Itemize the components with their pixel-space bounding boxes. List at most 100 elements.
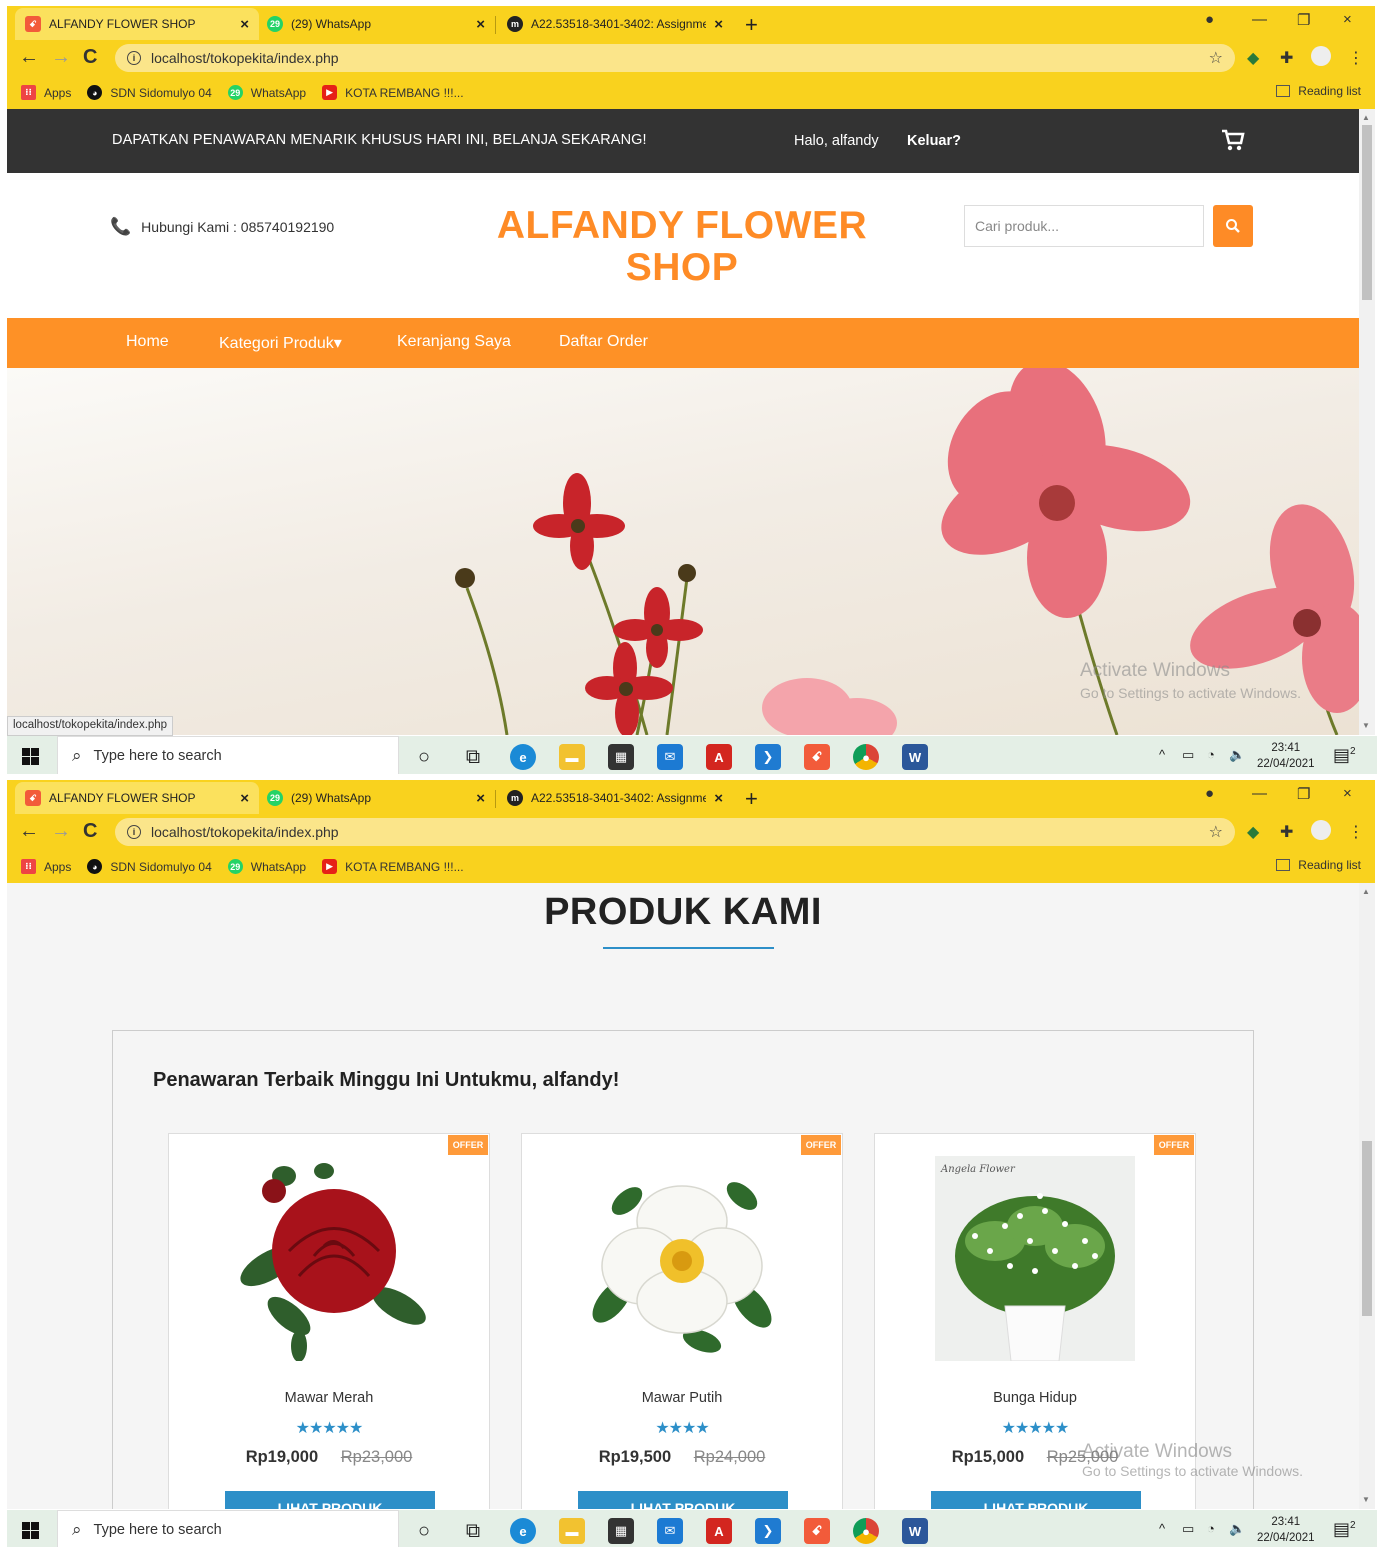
- window-close-icon[interactable]: ×: [1343, 11, 1352, 28]
- tab-alfandy[interactable]: ꗃ ALFANDY FLOWER SHOP ×: [15, 8, 259, 40]
- word-icon[interactable]: W: [902, 744, 928, 770]
- tab-close-icon[interactable]: ×: [240, 16, 249, 33]
- lihat-produk-button[interactable]: LIHAT PRODUK: [578, 1491, 788, 1509]
- scroll-down-icon[interactable]: ▼: [1362, 721, 1370, 730]
- battery-icon[interactable]: ▭: [1182, 1521, 1194, 1537]
- cortana-icon[interactable]: ○: [411, 744, 437, 770]
- bookmark-rembang[interactable]: ▶ KOTA REMBANG !!!...: [322, 859, 464, 874]
- windows-start-icon[interactable]: [22, 1522, 39, 1539]
- bookmark-apps[interactable]: ⁝⁝ Apps: [21, 85, 71, 100]
- xampp-icon[interactable]: ꗃ: [804, 744, 830, 770]
- puzzle-icon[interactable]: ✚: [1280, 822, 1293, 842]
- task-view-icon[interactable]: ⧉: [460, 744, 486, 770]
- reading-list[interactable]: Reading list: [1276, 858, 1361, 872]
- scroll-up-icon[interactable]: ▲: [1362, 887, 1370, 896]
- edge-icon[interactable]: e: [510, 744, 536, 770]
- acrobat-icon[interactable]: A: [706, 1518, 732, 1544]
- nav-keranjang[interactable]: Keranjang Saya: [397, 333, 511, 351]
- avatar[interactable]: [1311, 46, 1331, 66]
- wifi-icon[interactable]: ◔: [1207, 1521, 1215, 1536]
- file-explorer-icon[interactable]: ▬: [559, 1518, 585, 1544]
- scroll-up-icon[interactable]: ▲: [1362, 113, 1370, 122]
- site-info-icon[interactable]: i: [127, 51, 141, 65]
- nav-kategori[interactable]: Kategori Produk▾: [219, 333, 342, 353]
- extension-icon[interactable]: ◆: [1247, 48, 1259, 68]
- tab-assignment[interactable]: m A22.53518-3401-3402: Assignme ×: [497, 782, 733, 814]
- window-close-icon[interactable]: ×: [1343, 785, 1352, 802]
- reading-list[interactable]: Reading list: [1276, 84, 1361, 98]
- kebab-menu-icon[interactable]: ⋮: [1348, 48, 1364, 68]
- windows-start-icon[interactable]: [22, 748, 39, 765]
- chrome-icon[interactable]: ●: [853, 744, 879, 770]
- lihat-produk-button[interactable]: LIHAT PRODUK: [931, 1491, 1141, 1509]
- restore-icon[interactable]: ❐: [1297, 785, 1310, 803]
- notification-center[interactable]: ▤2: [1333, 1519, 1356, 1540]
- address-bar[interactable]: i localhost/tokopekita/index.php ☆: [115, 818, 1235, 846]
- acrobat-icon[interactable]: A: [706, 744, 732, 770]
- extension-icon[interactable]: ◆: [1247, 822, 1259, 842]
- bookmark-whatsapp[interactable]: 29 WhatsApp: [227, 859, 306, 874]
- logout-link[interactable]: Keluar?: [907, 133, 961, 149]
- nav-home[interactable]: Home: [126, 333, 169, 351]
- scroll-thumb[interactable]: [1362, 125, 1372, 300]
- forward-icon[interactable]: →: [51, 46, 71, 69]
- nav-daftar-order[interactable]: Daftar Order: [559, 333, 648, 351]
- vscode-icon[interactable]: ❯: [755, 1518, 781, 1544]
- tab-close-icon[interactable]: ×: [476, 790, 485, 807]
- new-tab-icon[interactable]: +: [745, 12, 758, 38]
- bookmark-sdn[interactable]: ◕ SDN Sidomulyo 04: [87, 85, 212, 100]
- page-scrollbar[interactable]: ▲ ▼: [1359, 883, 1375, 1509]
- tab-alfandy[interactable]: ꗃ ALFANDY FLOWER SHOP ×: [15, 782, 259, 814]
- tray-chevron-icon[interactable]: ^: [1159, 747, 1165, 762]
- address-bar[interactable]: i localhost/tokopekita/index.php ☆: [115, 44, 1235, 72]
- scroll-down-icon[interactable]: ▼: [1362, 1495, 1370, 1504]
- bookmark-rembang[interactable]: ▶ KOTA REMBANG !!!...: [322, 85, 464, 100]
- tray-chevron-icon[interactable]: ^: [1159, 1521, 1165, 1536]
- kebab-menu-icon[interactable]: ⋮: [1348, 822, 1364, 842]
- bookmark-star-icon[interactable]: ☆: [1209, 822, 1223, 842]
- search-button[interactable]: [1213, 205, 1253, 247]
- lihat-produk-button[interactable]: LIHAT PRODUK: [225, 1491, 435, 1509]
- product-image-potted-plant[interactable]: Angela Flower: [935, 1156, 1135, 1361]
- tab-assignment[interactable]: m A22.53518-3401-3402: Assignme ×: [497, 8, 733, 40]
- reload-icon[interactable]: C: [83, 820, 97, 843]
- site-info-icon[interactable]: i: [127, 825, 141, 839]
- site-logo[interactable]: ALFANDY FLOWER SHOP: [482, 205, 882, 289]
- restore-icon[interactable]: ❐: [1297, 11, 1310, 29]
- tab-close-icon[interactable]: ×: [240, 790, 249, 807]
- chrome-icon[interactable]: ●: [853, 1518, 879, 1544]
- bookmark-star-icon[interactable]: ☆: [1209, 48, 1223, 68]
- notification-center[interactable]: ▤2: [1333, 745, 1356, 766]
- taskbar-clock[interactable]: 23:41 22/04/2021: [1257, 1514, 1315, 1546]
- page-scrollbar[interactable]: ▲ ▼: [1359, 109, 1375, 735]
- volume-icon[interactable]: 🔈: [1229, 1521, 1245, 1537]
- mail-icon[interactable]: ✉: [657, 744, 683, 770]
- wifi-icon[interactable]: ◔: [1207, 747, 1215, 762]
- tab-close-icon[interactable]: ×: [714, 16, 723, 33]
- taskbar-clock[interactable]: 23:41 22/04/2021: [1257, 740, 1315, 772]
- taskbar-search[interactable]: ⌕ Type here to search: [57, 1510, 399, 1547]
- tab-whatsapp[interactable]: 29 (29) WhatsApp ×: [257, 8, 495, 40]
- search-input[interactable]: Cari produk...: [964, 205, 1204, 247]
- tab-close-icon[interactable]: ×: [476, 16, 485, 33]
- minimize-icon[interactable]: —: [1252, 11, 1267, 28]
- scroll-thumb[interactable]: [1362, 1141, 1372, 1316]
- avatar[interactable]: [1311, 820, 1331, 840]
- product-image-white-rose[interactable]: [582, 1156, 782, 1361]
- vscode-icon[interactable]: ❯: [755, 744, 781, 770]
- cortana-icon[interactable]: ○: [411, 1518, 437, 1544]
- volume-icon[interactable]: 🔈: [1229, 747, 1245, 763]
- profile-menu-icon[interactable]: ●: [1205, 785, 1214, 802]
- word-icon[interactable]: W: [902, 1518, 928, 1544]
- mail-icon[interactable]: ✉: [657, 1518, 683, 1544]
- edge-icon[interactable]: e: [510, 1518, 536, 1544]
- store-icon[interactable]: ▦: [608, 1518, 634, 1544]
- product-image-red-rose[interactable]: [229, 1156, 429, 1361]
- tab-whatsapp[interactable]: 29 (29) WhatsApp ×: [257, 782, 495, 814]
- reload-icon[interactable]: C: [83, 46, 97, 69]
- profile-menu-icon[interactable]: ●: [1205, 11, 1214, 28]
- file-explorer-icon[interactable]: ▬: [559, 744, 585, 770]
- back-icon[interactable]: ←: [19, 46, 39, 69]
- taskbar-search[interactable]: ⌕ Type here to search: [57, 736, 399, 774]
- tab-close-icon[interactable]: ×: [714, 790, 723, 807]
